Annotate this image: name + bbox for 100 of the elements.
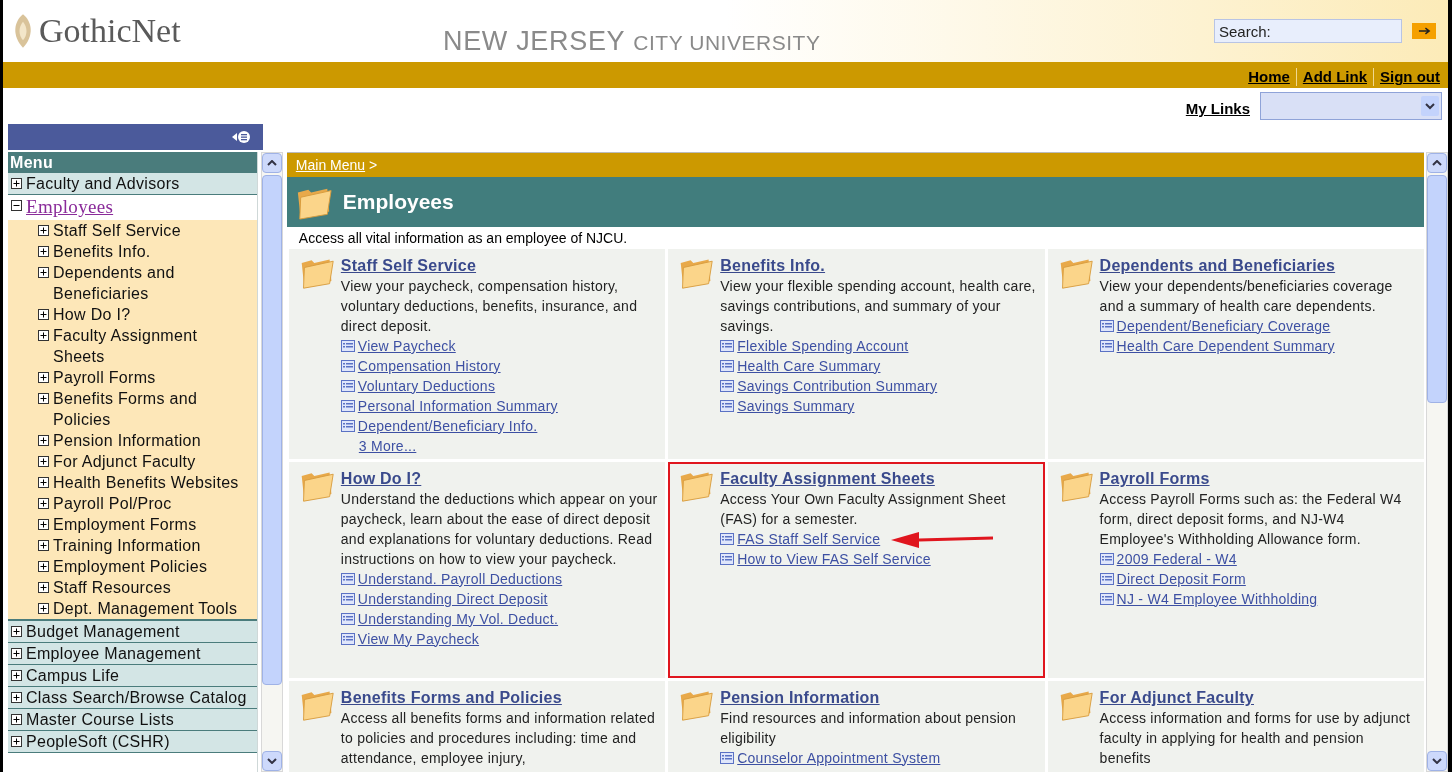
expand-icon[interactable]: [38, 393, 49, 404]
category-title-link[interactable]: Pension Information: [720, 688, 880, 708]
expand-icon[interactable]: [11, 178, 22, 189]
submenu-item[interactable]: Dependents and Beneficiaries: [8, 262, 257, 304]
category-title-link[interactable]: For Adjunct Faculty: [1099, 688, 1254, 708]
menu-link[interactable]: Health Care Dependent Summary: [1116, 335, 1335, 357]
expand-icon[interactable]: [38, 372, 49, 383]
expand-icon[interactable]: [38, 477, 49, 488]
menu-link[interactable]: FAS Staff Self Service: [737, 528, 881, 550]
university-name: NEW JERSEY: [443, 24, 626, 58]
submenu-item[interactable]: Benefits Info.: [8, 241, 257, 262]
scrollbar-thumb[interactable]: [261, 175, 282, 685]
menu-link[interactable]: How to View FAS Self Service: [737, 548, 931, 570]
menu-item[interactable]: Faculty and Advisors: [8, 173, 257, 195]
expand-icon[interactable]: [38, 540, 49, 551]
expand-icon[interactable]: [38, 309, 49, 320]
nav-link[interactable]: Add Link: [1295, 68, 1373, 86]
menu-link[interactable]: Dependent/Beneficiary Coverage: [1116, 315, 1331, 337]
category-title-link[interactable]: How Do I?: [340, 469, 422, 489]
expand-icon[interactable]: [38, 561, 49, 572]
category-title-link[interactable]: Benefits Forms and Policies: [340, 688, 562, 708]
submenu-item[interactable]: Faculty Assignment Sheets: [8, 325, 257, 367]
search-button[interactable]: [1412, 23, 1436, 39]
menu-link[interactable]: View My Paycheck: [357, 628, 480, 650]
menu-item[interactable]: Campus Life: [8, 665, 257, 687]
nav-link[interactable]: Sign out: [1373, 68, 1446, 86]
scrollbar[interactable]: [1426, 152, 1448, 772]
expand-icon[interactable]: [11, 736, 22, 747]
menu-link[interactable]: Dependent/Beneficiary Info.: [357, 415, 538, 437]
submenu-item[interactable]: How Do I?: [8, 304, 257, 325]
scrollbar-thumb[interactable]: [1427, 175, 1447, 403]
menu-link[interactable]: Health Care Summary: [737, 355, 881, 377]
menu-link[interactable]: 2009 Federal - W4: [1116, 548, 1237, 570]
submenu-item[interactable]: Staff Resources: [8, 577, 257, 598]
menu-link[interactable]: Personal Information Summary: [357, 395, 558, 417]
expand-icon[interactable]: [11, 670, 22, 681]
page-icon: [720, 752, 735, 764]
expand-icon[interactable]: [11, 626, 22, 637]
expand-icon[interactable]: [38, 456, 49, 467]
category-title-link[interactable]: Staff Self Service: [340, 256, 477, 276]
site-logo[interactable]: GothicNet: [39, 14, 181, 48]
submenu-item[interactable]: Benefits Forms and Policies: [8, 388, 257, 430]
menu-link[interactable]: Flexible Spending Account: [737, 335, 909, 357]
scroll-up-button[interactable]: [1427, 153, 1447, 173]
menu-item[interactable]: Class Search/Browse Catalog: [8, 687, 257, 709]
menu-item[interactable]: PeopleSoft (CSHR): [8, 731, 257, 753]
category-description: View your dependents/beneficiaries coverage and a summary of health care dependents.: [1099, 277, 1394, 316]
menu-link[interactable]: Voluntary Deductions: [357, 375, 496, 397]
scrollbar[interactable]: [260, 152, 283, 772]
category-description: Access Your Own Faculty Assignment Sheet (FAS) for a semester.: [720, 490, 1007, 529]
submenu-item[interactable]: Health Benefits Websites: [8, 472, 257, 493]
menu-link[interactable]: View Paycheck: [357, 335, 456, 357]
submenu-item[interactable]: Payroll Forms: [8, 367, 257, 388]
expand-icon[interactable]: [38, 225, 49, 236]
expand-icon[interactable]: [11, 714, 22, 725]
menu-link[interactable]: Understanding Direct Deposit: [357, 588, 548, 610]
menu-link[interactable]: Savings Summary: [737, 395, 855, 417]
category-title-link[interactable]: Dependents and Beneficiaries: [1099, 256, 1336, 276]
page-icon: [720, 533, 735, 545]
expand-icon[interactable]: [38, 267, 49, 278]
submenu-item[interactable]: Dept. Management Tools: [8, 598, 257, 619]
expand-icon[interactable]: [38, 603, 49, 614]
submenu-item[interactable]: Staff Self Service: [8, 220, 257, 241]
menu-link[interactable]: NJ - W4 Employee Withholding: [1116, 588, 1318, 610]
collapse-icon[interactable]: [11, 200, 22, 211]
page-icon: [720, 360, 735, 372]
submenu-item[interactable]: Training Information: [8, 535, 257, 556]
menu-link[interactable]: Understand. Payroll Deductions: [357, 568, 563, 590]
more-link[interactable]: 3 More...: [358, 436, 417, 456]
category-title-link[interactable]: Benefits Info.: [720, 256, 826, 276]
category-title-link[interactable]: Payroll Forms: [1099, 469, 1210, 489]
nav-link[interactable]: Home: [1242, 68, 1296, 86]
submenu-item[interactable]: Employment Policies: [8, 556, 257, 577]
menu-item[interactable]: Employee Management: [8, 643, 257, 665]
expand-icon[interactable]: [38, 435, 49, 446]
expand-icon[interactable]: [11, 648, 22, 659]
submenu-item[interactable]: Payroll Pol/Proc: [8, 493, 257, 514]
chevron-up-icon: [1432, 160, 1442, 166]
collapse-menu-icon[interactable]: [231, 130, 251, 144]
menu-item[interactable]: Master Course Lists: [8, 709, 257, 731]
search-field[interactable]: Search:: [1214, 19, 1402, 43]
menu-item[interactable]: Budget Management: [8, 621, 257, 643]
submenu-item[interactable]: For Adjunct Faculty: [8, 451, 257, 472]
expand-icon[interactable]: [38, 330, 49, 341]
menu-link[interactable]: Counselor Appointment System: [737, 747, 941, 769]
menu-link[interactable]: Understanding My Vol. Deduct.: [357, 608, 559, 630]
menu-link[interactable]: Savings Contribution Summary: [737, 375, 938, 397]
menu-link[interactable]: Direct Deposit Form: [1116, 568, 1246, 590]
category-title-link[interactable]: Faculty Assignment Sheets: [720, 469, 935, 489]
menu-link[interactable]: Compensation History: [357, 355, 501, 377]
expand-icon[interactable]: [38, 582, 49, 593]
scroll-up-button[interactable]: [261, 153, 282, 173]
scroll-down-button[interactable]: [1427, 751, 1447, 771]
submenu-item[interactable]: Employment Forms: [8, 514, 257, 535]
expand-icon[interactable]: [38, 246, 49, 257]
expand-icon[interactable]: [11, 692, 22, 703]
expand-icon[interactable]: [38, 498, 49, 509]
scroll-down-button[interactable]: [261, 751, 282, 771]
submenu-item[interactable]: Pension Information: [8, 430, 257, 451]
expand-icon[interactable]: [38, 519, 49, 530]
